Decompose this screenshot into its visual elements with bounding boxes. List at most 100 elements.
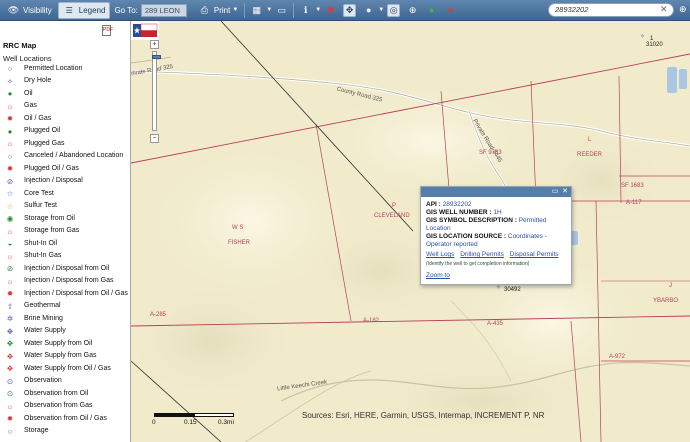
select-circle-icon[interactable]: ● — [362, 4, 375, 17]
toolbar-separator — [293, 2, 295, 18]
legend-item-label: Water Supply — [24, 327, 66, 334]
well-symbol-icon: ✥ — [6, 364, 14, 373]
well-symbol-icon: ● — [7, 89, 13, 98]
legend-item-label: Shut-In Oil — [24, 239, 58, 247]
well-symbol-icon: ✹ — [6, 164, 14, 173]
popup-body: API : 28932202 GIS WELL NUMBER : 1H GIS … — [421, 197, 571, 284]
chevron-down-icon[interactable]: ▼ — [378, 7, 384, 13]
survey-label: P — [392, 203, 397, 209]
zoom-in-button[interactable]: + — [150, 40, 159, 49]
zoom-track[interactable] — [152, 51, 161, 131]
goto-input[interactable]: 289 LEON — [140, 3, 187, 17]
legend-item-label: Observation from Oil / Gas — [24, 414, 107, 422]
scale-tick-label: 0.3mi — [218, 419, 234, 426]
target-icon[interactable]: ◎ — [387, 3, 401, 17]
zoom-out-button[interactable]: − — [150, 134, 159, 143]
api-row: API : 28932202 — [426, 201, 566, 209]
grid-icon[interactable]: ▦ — [250, 4, 263, 17]
well-symbol-icon: ⊙ — [6, 376, 14, 386]
api-value-link[interactable]: 28932202 — [443, 201, 472, 208]
goto-control: Go To: 289 LEON — [110, 2, 190, 19]
survey-label: SF 1683 — [621, 183, 644, 189]
legend-item: ⊙ Observation — [0, 376, 130, 389]
zoom-slider[interactable]: + − — [150, 40, 161, 145]
legend-item-label: Water Supply from Oil / Gas — [24, 364, 111, 372]
well-logs-link[interactable]: Well Logs — [426, 251, 454, 258]
popup-header: ▭ ✕ — [421, 187, 571, 197]
scale-bar-segment — [154, 413, 194, 417]
legend-item-label: Oil — [24, 89, 33, 97]
well-symbol-icon: ○ — [7, 151, 13, 161]
green-dot-icon[interactable]: ● — [425, 4, 438, 17]
close-icon[interactable]: ✕ — [660, 4, 668, 15]
legend-item: ✧ Dry Hole — [0, 76, 130, 89]
maximize-icon[interactable]: ▭ — [551, 188, 559, 196]
well-symbol-icon: ✧ — [6, 76, 14, 86]
well-symbol-icon[interactable]: ✧ — [496, 284, 501, 291]
legend-item-label: Plugged Gas — [24, 139, 65, 147]
well-symbol-icon: ☆ — [6, 201, 14, 211]
visibility-button[interactable]: 👁 Visibility — [0, 2, 56, 19]
legend-item: ✥ Water Supply from Oil / Gas — [0, 363, 130, 376]
drilling-permits-link[interactable]: Drilling Permits — [460, 251, 504, 258]
print-label: Print — [213, 5, 231, 15]
legend-item-label: Water Supply from Gas — [24, 352, 97, 359]
legend-item-label: Geothermal — [24, 302, 61, 309]
pdf-icon[interactable]: PDF — [102, 25, 113, 36]
legend-item-label: Water Supply from Oil — [24, 339, 93, 347]
info-icon[interactable]: ℹ — [299, 4, 312, 17]
zoom-handle[interactable] — [152, 55, 161, 59]
popup-links: Well Logs Drilling Permits Disposal Perm… — [426, 251, 566, 259]
legend-button[interactable]: ☰ Legend — [57, 1, 111, 19]
symbol-row: GIS SYMBOL DESCRIPTION : Permitted Locat… — [426, 217, 566, 233]
eye-icon: 👁 — [7, 4, 20, 15]
compass-icon[interactable]: ⊕ — [679, 4, 687, 15]
chevron-down-icon[interactable]: ▼ — [266, 7, 272, 13]
print-button[interactable]: ⎙ Print ▼ — [191, 2, 242, 19]
measure-icon[interactable]: ▭ — [275, 4, 288, 17]
legend-item-label: Sulfur Test — [24, 202, 57, 209]
well-info-popup: ▭ ✕ API : 28932202 GIS WELL NUMBER : 1H … — [420, 186, 572, 285]
well-symbol-icon: ✲ — [6, 314, 14, 323]
zoom-to-link[interactable]: Zoom to — [426, 272, 566, 280]
well-symbol-icon[interactable]: ✧ — [640, 33, 645, 40]
identify-red-icon[interactable]: ✖ — [324, 4, 337, 17]
survey-label: W S — [232, 225, 244, 231]
map-view[interactable]: County Road 325 Private Road 3445 Privat… — [131, 21, 690, 442]
well-symbol-icon: ⊘ — [6, 176, 14, 186]
pan-icon[interactable]: ✥ — [343, 3, 357, 17]
legend-item: ☼ Injection / Disposal from Gas — [0, 276, 130, 289]
legend-item: ☆ Core Test — [0, 188, 130, 201]
legend-item: ✹ Injection / Disposal from Oil / Gas — [0, 288, 130, 301]
survey-label: A-117 — [626, 200, 642, 206]
well-number-row: GIS WELL NUMBER : 1H — [426, 209, 566, 217]
legend-item-label: Shut-In Gas — [24, 252, 62, 259]
legend-item: ● Oil — [0, 88, 130, 101]
legend-item: ✥ Water Supply from Oil — [0, 338, 130, 351]
legend-subtitle: Well Locations — [3, 54, 52, 63]
search-input[interactable]: 28932202 — [548, 3, 674, 17]
well-number-label: 31020 — [646, 42, 663, 48]
red-dot-icon[interactable]: ● — [444, 4, 457, 17]
crosshair-icon[interactable]: ⊕ — [406, 4, 419, 17]
map-canvas — [131, 21, 690, 442]
legend-item-label: Storage from Oil — [24, 214, 75, 222]
legend-item: ● Plugged Oil — [0, 126, 130, 139]
well-symbol-icon: ☆ — [6, 189, 14, 198]
scale-bar-segment — [194, 413, 234, 417]
well-number-label: 30492 — [504, 287, 521, 293]
legend-item: ☼ Observation from Gas — [0, 401, 130, 414]
well-symbol-icon: ✥ — [6, 351, 14, 361]
chevron-down-icon: ▼ — [232, 7, 239, 13]
legend-item: ✥ Water Supply — [0, 326, 130, 339]
close-icon[interactable]: ✕ — [561, 188, 569, 196]
rrc-logo — [131, 21, 159, 40]
survey-label: A-285 — [150, 312, 167, 318]
chevron-down-icon[interactable]: ▼ — [315, 7, 321, 13]
legend-item-label: Observation from Gas — [24, 402, 93, 409]
goto-label: Go To: — [114, 5, 138, 15]
survey-label: A-182 — [363, 318, 380, 324]
source-label: GIS LOCATION SOURCE : — [426, 233, 507, 240]
disposal-permits-link[interactable]: Disposal Permits — [510, 251, 559, 258]
well-symbol-icon: ☼ — [6, 276, 14, 286]
